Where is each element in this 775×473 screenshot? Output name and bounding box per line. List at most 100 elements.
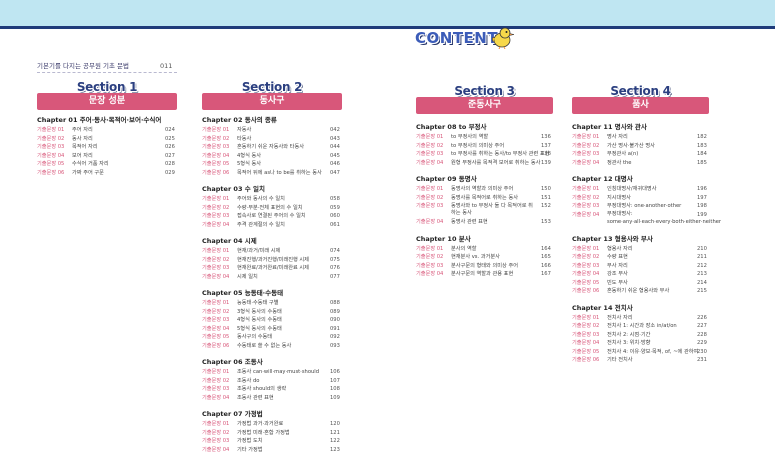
chapter-title: Chapter 08 to 부정사: [416, 123, 487, 131]
toc-entry[interactable]: 기출문장 06 기타 전치사 231: [572, 356, 709, 365]
toc-entry[interactable]: 기출문장 01 자동사 042: [202, 126, 342, 135]
toc-entry[interactable]: 기출문장 02 현재분사 vs. 과거분사 165: [416, 253, 553, 262]
entry-page: 088: [330, 300, 340, 306]
entry-title: 수량 표현: [607, 254, 628, 260]
toc-entry[interactable]: 기출문장 04 동명사 관련 표현 153: [416, 218, 553, 227]
entry-title: 부정관사 a(n): [607, 151, 639, 157]
entry-title: 가정법 과거·과거완료: [237, 421, 284, 427]
toc-entry[interactable]: 기출문장 02 전치사 1: 시간과 장소 in/at/on 227: [572, 322, 709, 331]
toc-entry[interactable]: 기출문장 03 to 부정사를 취하는 동사/to 부정사 관련 표현 138: [416, 150, 553, 159]
toc-entry[interactable]: 기출문장 01 명사 자리 182: [572, 133, 709, 142]
entry-title: 강조 부사: [607, 271, 628, 277]
entry-label: 기출문장 05: [202, 334, 230, 340]
toc-entry[interactable]: 기출문장 02 수량 표현 211: [572, 253, 709, 262]
entry-label: 기출문장 03: [572, 331, 600, 338]
toc-entry[interactable]: 기출문장 06 혼동하기 쉬운 형용사와 부사 215: [572, 287, 709, 296]
entry-label: 기출문장 05: [572, 279, 600, 286]
toc-entry[interactable]: 기출문장 02 조동사 do 107: [202, 377, 342, 386]
entry-title: 가짜 주어 구문: [72, 169, 104, 176]
toc-entry[interactable]: 기출문장 04 보어 자리 027: [37, 152, 177, 161]
toc-entry[interactable]: 기출문장 06 가짜 주어 구문 029: [37, 169, 177, 178]
toc-entry[interactable]: 기출문장 02 3형식 동사의 수동태 089: [202, 308, 342, 317]
toc-entry[interactable]: 기출문장 02 가산 명사·불가산 명사 183: [572, 142, 709, 151]
toc-entry[interactable]: 기출문장 02 현재진행/과거진행/미래진행 시제 075: [202, 256, 342, 265]
entry-label: 기출문장 06: [572, 357, 600, 363]
toc-entry[interactable]: 기출문장 02 가정법 미래·혼합 가정법 121: [202, 429, 342, 438]
toc-entry[interactable]: 기출문장 06 수동태로 쓸 수 없는 동사 093: [202, 342, 342, 351]
entry-page: 211: [697, 254, 707, 260]
toc-entry[interactable]: 기출문장 03 조동사 should의 생략 108: [202, 385, 342, 394]
toc-entry[interactable]: 기출문장 04 전치사 3: 위치·방향 229: [572, 339, 709, 348]
toc-entry[interactable]: 기출문장 03 현재완료/과거완료/미래완료 시제 076: [202, 264, 342, 273]
toc-entry[interactable]: 기출문장 05 동사구의 수동태 092: [202, 333, 342, 342]
entry-label: 기출문장 01: [202, 421, 230, 427]
toc-entry[interactable]: 기출문장 01 조동사 can·will·may·must·should 106: [202, 368, 342, 377]
intro-title: 기본기를 다지는 공무원 기초 문법: [37, 62, 129, 70]
toc-entry[interactable]: 기출문장 03 부정관사 a(n) 184: [572, 150, 709, 159]
toc-entry[interactable]: 기출문장 04 분사구문의 역할과 관용 표현 167: [416, 270, 553, 279]
toc-entry[interactable]: 기출문장 03 분사구문의 형태와 의미상 주어 166: [416, 262, 553, 271]
toc-entry[interactable]: 기출문장 01 to 부정사의 역할 136: [416, 133, 553, 142]
entry-label: 기출문장 01: [202, 300, 230, 306]
entry-title: 조동사 can·will·may·must·should: [237, 369, 320, 375]
entry-title: 주격 관계절의 수 일치: [237, 221, 285, 228]
toc-entry[interactable]: 기출문장 04 5형식 동사의 수동태 091: [202, 325, 342, 334]
entry-title: 전치사 1: 시간과 장소 in/at/on: [607, 323, 677, 329]
toc-entry[interactable]: 기출문장 02 지시대명사 197: [572, 194, 709, 203]
toc-entry[interactable]: 기출문장 04 시제 일치 077: [202, 273, 342, 282]
toc-entry[interactable]: 기출문장 03 동명사와 to 부정사 둘 다 목적어로 취하는 동사 152: [416, 202, 553, 218]
toc-entry[interactable]: 기출문장 02 to 부정사의 의미상 주어 137: [416, 142, 553, 151]
toc-entry[interactable]: 기출문장 03 4형식 동사의 수동태 090: [202, 316, 342, 325]
entry-page: 150: [541, 186, 551, 192]
toc-entry[interactable]: 기출문장 04 주격 관계절의 수 일치 061: [202, 221, 342, 230]
toc-entry[interactable]: 기출문장 04 부정대명사: some·any·all·each·every·bo…: [572, 211, 721, 227]
toc-entry[interactable]: 기출문장 03 혼동하기 쉬운 자동사와 타동사 044: [202, 143, 342, 152]
toc-entry[interactable]: 기출문장 01 전치사 자리 226: [572, 314, 709, 323]
toc-entry[interactable]: 기출문장 02 동명사를 목적어로 취하는 동사 151: [416, 194, 553, 203]
toc-entry[interactable]: 기출문장 01 형용사 자리 210: [572, 245, 709, 254]
toc-entry[interactable]: 기출문장 02 수량·부분·전체 표현의 수 일치 059: [202, 204, 342, 213]
toc-entry[interactable]: 기출문장 06 목적어 뒤에 as나 to be를 취하는 동사 047: [202, 169, 342, 178]
toc-entry[interactable]: 기출문장 05 빈도 부사 214: [572, 279, 709, 288]
toc-entry[interactable]: 기출문장 04 기타 가정법 123: [202, 446, 342, 455]
toc-entry[interactable]: 기출문장 02 동사 자리 025: [37, 135, 177, 144]
section-title-banner: 동사구: [202, 93, 342, 110]
toc-entry[interactable]: 기출문장 05 수식어 거품 자리 028: [37, 160, 177, 169]
entry-label: 기출문장 04: [202, 394, 230, 401]
toc-entry[interactable]: 기출문장 03 가정법 도치 122: [202, 437, 342, 446]
toc-entry[interactable]: 기출문장 02 타동사 043: [202, 135, 342, 144]
toc-entry[interactable]: 기출문장 01 능동태·수동태 구별 088: [202, 299, 342, 308]
toc-entry[interactable]: 기출문장 04 강조 부사 213: [572, 270, 709, 279]
intro-page: 011: [160, 62, 173, 70]
toc-entry[interactable]: 기출문장 01 주어와 동사의 수 일치 058: [202, 195, 342, 204]
toc-entry[interactable]: 기출문장 04 원형 부정사를 목적격 보어로 취하는 동사 139: [416, 159, 553, 168]
entry-label: 기출문장 01: [202, 369, 230, 375]
toc-entry[interactable]: 기출문장 01 주어 자리 024: [37, 126, 177, 135]
toc-entry[interactable]: 기출문장 01 현재/과거/미래 시제 074: [202, 247, 342, 256]
entry-page: 139: [541, 159, 551, 166]
entry-label: 기출문장 04: [202, 221, 230, 228]
toc-entry[interactable]: 기출문장 01 가정법 과거·과거완료 120: [202, 420, 342, 429]
entry-page: 230: [697, 348, 707, 355]
toc-entry[interactable]: 기출문장 05 5형식 동사 046: [202, 160, 342, 169]
toc-entry[interactable]: 기출문장 04 4형식 동사 045: [202, 152, 342, 161]
toc-entry[interactable]: 기출문장 05 전치사 4: 이유·양보·목적, of, ~에 관하여 230: [572, 348, 709, 357]
toc-entry[interactable]: 기출문장 03 부사 자리 212: [572, 262, 709, 271]
toc-entry[interactable]: 기출문장 03 부정대명사: one·another·other 198: [572, 202, 709, 211]
entry-label: 기출문장 03: [416, 203, 444, 209]
entry-page: 075: [330, 256, 340, 263]
entry-title: 자동사: [237, 127, 252, 133]
toc-entry[interactable]: 기출문장 04 정관사 the 185: [572, 159, 709, 168]
toc-entry[interactable]: 기출문장 03 전치사 2: 시점·기간 228: [572, 331, 709, 340]
chapter-title: Chapter 06 조동사: [202, 358, 263, 366]
toc-entry[interactable]: 기출문장 03 목적어 자리 026: [37, 143, 177, 152]
entry-label: 기출문장 04: [416, 271, 444, 277]
toc-entry[interactable]: 기출문장 03 접속사로 연결된 주어의 수 일치 060: [202, 212, 342, 221]
entry-page: 151: [541, 194, 551, 201]
section-heading: Section 3: [454, 84, 515, 98]
toc-entry[interactable]: 기출문장 04 조동사 관련 표현 109: [202, 394, 342, 403]
toc-entry[interactable]: 기출문장 01 동명사의 역할과 의미상 주어 150: [416, 185, 553, 194]
entry-title: 지시대명사: [607, 194, 631, 201]
toc-entry[interactable]: 기출문장 01 인칭대명사/재귀대명사 196: [572, 185, 709, 194]
toc-entry[interactable]: 기출문장 01 분사의 역할 164: [416, 245, 553, 254]
